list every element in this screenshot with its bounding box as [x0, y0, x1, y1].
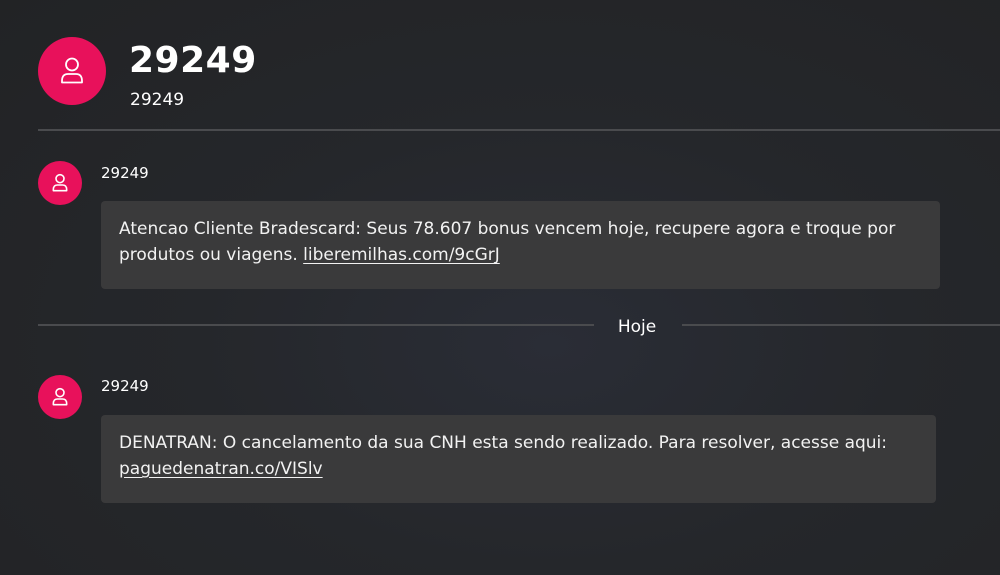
contact-name: 29249 — [129, 40, 257, 81]
person-icon — [52, 387, 68, 406]
person-icon — [52, 173, 68, 192]
message-sender: 29249 — [101, 164, 149, 182]
message-text: Atencao Cliente Bradescard: Seus 78.607 … — [119, 219, 896, 265]
message-link[interactable]: paguedenatran.co/VISlv — [119, 459, 323, 479]
contact-number: 29249 — [130, 90, 185, 110]
date-divider-right — [682, 324, 1000, 326]
message-bubble[interactable]: Atencao Cliente Bradescard: Seus 78.607 … — [101, 201, 940, 289]
message-avatar[interactable] — [38, 375, 82, 419]
message-link[interactable]: liberemilhas.com/9cGrJ — [303, 245, 500, 265]
message-text: DENATRAN: O cancelamento da sua CNH esta… — [119, 433, 888, 453]
contact-avatar[interactable] — [38, 37, 106, 105]
person-icon — [61, 57, 83, 84]
message-sender: 29249 — [101, 377, 149, 395]
message-avatar[interactable] — [38, 161, 82, 205]
date-separator-label: Hoje — [617, 317, 657, 337]
header-divider — [38, 129, 1000, 131]
message-bubble[interactable]: DENATRAN: O cancelamento da sua CNH esta… — [101, 415, 936, 503]
date-divider-left — [38, 324, 594, 326]
